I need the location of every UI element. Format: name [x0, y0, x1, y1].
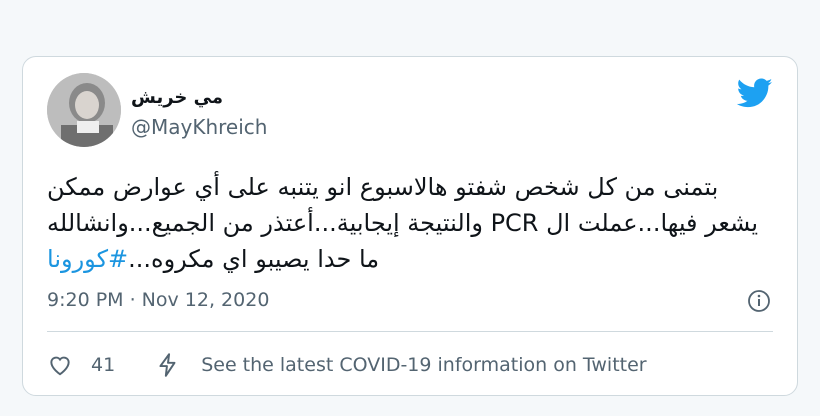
- like-count: 41: [91, 354, 116, 376]
- covid-info-link[interactable]: See the latest COVID-19 information on T…: [155, 352, 647, 378]
- tweet-actions: 41 See the latest COVID-19 information o…: [47, 349, 647, 381]
- like-button[interactable]: 41: [47, 352, 155, 378]
- display-name[interactable]: مي خريش: [131, 87, 223, 108]
- tweet-text: بتمنى من كل شخص شفتو هالاسبوع انو يتنبه …: [47, 169, 773, 277]
- lightning-icon: [155, 352, 181, 378]
- covid-info-label: See the latest COVID-19 information on T…: [201, 354, 647, 376]
- twitter-bird-icon[interactable]: [736, 75, 773, 111]
- tweet-card[interactable]: مي خريش @MayKhreich بتمنى من كل شخص شفتو…: [22, 56, 798, 396]
- user-handle[interactable]: @MayKhreich: [131, 115, 267, 139]
- hashtag-link[interactable]: #كورونا: [47, 245, 128, 273]
- heart-icon: [47, 352, 73, 378]
- tweet-timestamp[interactable]: 9:20 PM · Nov 12, 2020: [47, 289, 269, 311]
- info-icon[interactable]: [747, 289, 771, 313]
- divider: [47, 331, 773, 332]
- avatar[interactable]: [47, 73, 121, 147]
- tweet-body: بتمنى من كل شخص شفتو هالاسبوع انو يتنبه …: [47, 173, 759, 273]
